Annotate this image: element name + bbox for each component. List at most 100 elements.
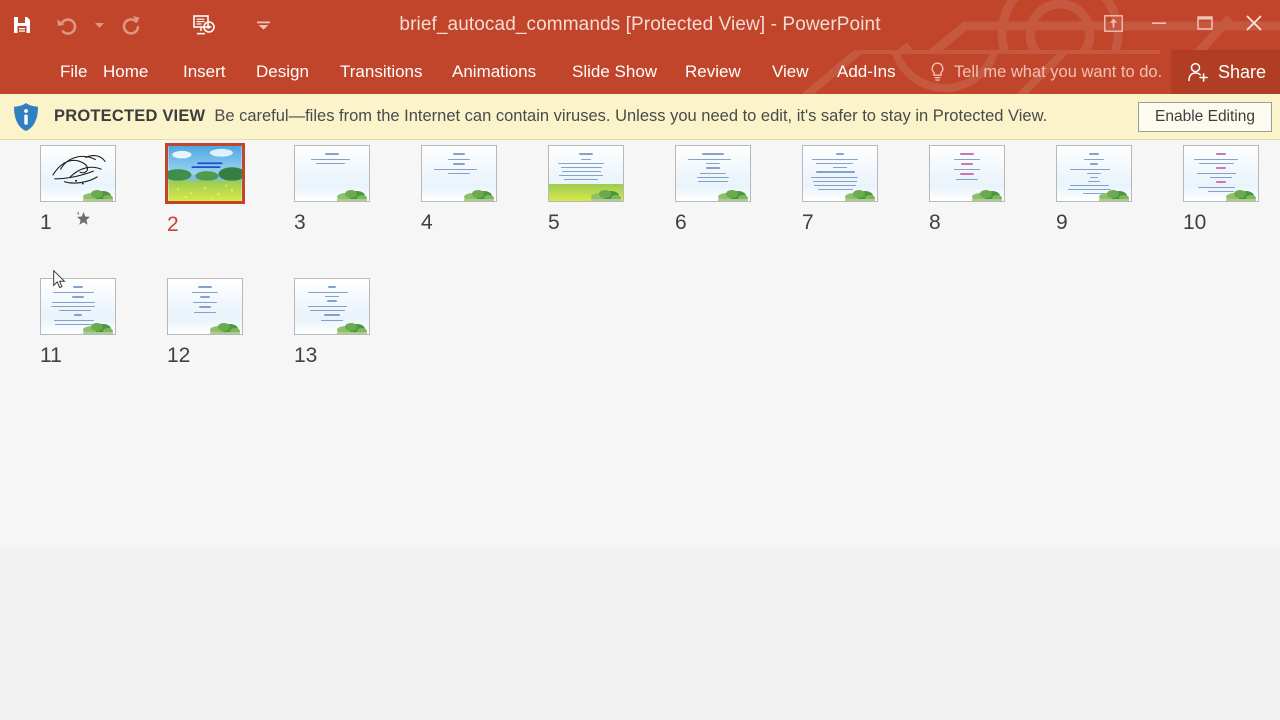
foliage-graphic [464,190,494,201]
protected-view-label: PROTECTED VIEW [54,107,206,125]
share-label: Share [1217,61,1266,82]
chevron-down-icon [256,21,270,30]
foliage-graphic [591,190,621,201]
foliage-graphic [83,323,113,334]
slide-number: 1 [40,211,52,234]
close-button[interactable] [1228,0,1280,46]
slide-thumbnail-image[interactable] [548,145,624,202]
slide-number: 3 [294,211,306,234]
slide-thumbnail-7[interactable]: 7 [802,145,922,235]
chevron-down-icon [94,22,104,28]
slide-number: 10 [1183,211,1207,234]
close-icon [1246,15,1262,31]
slide-number: 13 [294,344,318,367]
slide-thumbnail-image[interactable] [165,143,245,204]
slide-thumbnail-image[interactable] [1056,145,1132,202]
foliage-graphic [845,190,875,201]
slide-thumbnail-6[interactable]: 6 [675,145,795,235]
tab-add-ins[interactable]: Add-Ins [837,50,896,94]
slide-thumbnail-8[interactable]: 8 [929,145,1049,235]
slide-thumbnail-image[interactable] [294,278,370,335]
save-button[interactable] [0,5,44,45]
nature-photo-graphic [168,146,242,201]
slide-number: 6 [675,211,687,234]
slide-thumbnail-image[interactable] [40,278,116,335]
quick-access-toolbar [0,0,274,50]
canvas-band [0,545,1280,720]
slide-thumbnail-4[interactable]: 4 [421,145,541,235]
ribbon-tab-bar: File Home Insert Design Transitions Anim… [0,50,1280,94]
slide-number: 5 [548,211,560,234]
window-controls [1090,0,1280,46]
undo-button[interactable] [44,5,88,45]
undo-dropdown-button[interactable] [88,5,110,45]
slide-sorter-canvas[interactable]: 1 2 3 4 5 6 7 8 9 10 11 12 13 [0,140,1280,720]
tell-me-search[interactable]: Tell me what you want to do. [930,50,1162,94]
slide-thumbnail-image[interactable] [294,145,370,202]
slide-thumbnail-5[interactable]: 5 [548,145,668,235]
enable-editing-button[interactable]: Enable Editing [1138,102,1272,132]
animation-star-icon[interactable] [76,211,91,226]
tab-animations[interactable]: Animations [452,50,536,94]
slide-thumbnail-13[interactable]: 13 [294,278,414,368]
mouse-cursor [53,270,66,289]
slide-thumbnail-image[interactable] [929,145,1005,202]
start-from-beginning-button[interactable] [182,5,226,45]
tab-transitions[interactable]: Transitions [340,50,423,94]
slide-thumbnail-10[interactable]: 10 [1183,145,1280,235]
slide-number: 4 [421,211,433,234]
minimize-button[interactable] [1136,0,1182,46]
save-icon [14,17,30,33]
slide-thumbnail-9[interactable]: 9 [1056,145,1176,235]
tab-file[interactable]: File [60,50,87,94]
slide-thumbnail-2[interactable]: 2 [165,143,287,237]
slide-thumbnail-image[interactable] [167,278,243,335]
slide-number: 2 [167,213,179,236]
slide-thumbnail-3[interactable]: 3 [294,145,414,235]
customize-qat-button[interactable] [252,5,274,45]
foliage-graphic [337,323,367,334]
ribbon-display-options-button[interactable] [1090,0,1136,46]
slide-thumbnail-12[interactable]: 12 [167,278,287,368]
slide-thumbnail-1[interactable]: 1 [40,145,160,235]
tab-home[interactable]: Home [103,50,148,94]
foliage-graphic [83,190,113,201]
maximize-icon [1197,16,1213,30]
slide-number: 7 [802,211,814,234]
tab-insert[interactable]: Insert [183,50,226,94]
tab-view[interactable]: View [772,50,809,94]
slide-number: 12 [167,344,191,367]
share-person-icon [1188,62,1208,82]
slide-thumbnail-image[interactable] [421,145,497,202]
protected-view-bar: PROTECTED VIEW Be careful—files from the… [0,94,1280,140]
title-bar: brief_autocad_commands [Protected View] … [0,0,1280,50]
undo-icon [57,18,77,35]
tell-me-placeholder-text: Tell me what you want to do. [954,62,1163,81]
minimize-icon [1152,22,1166,24]
foliage-graphic [1226,190,1256,201]
tab-design[interactable]: Design [256,50,309,94]
protected-view-message: Be careful—files from the Internet can c… [214,107,1048,125]
redo-icon [122,16,140,35]
slide-thumbnail-image[interactable] [1183,145,1259,202]
foliage-graphic [718,190,748,201]
slide-thumbnail-11[interactable]: 11 [40,278,160,368]
slide-number: 8 [929,211,941,234]
redo-button[interactable] [110,5,154,45]
foliage-graphic [1099,190,1129,201]
tab-review[interactable]: Review [685,50,741,94]
foliage-graphic [337,190,367,201]
foliage-graphic [972,190,1002,201]
share-button[interactable]: Share [1170,50,1280,94]
slide-thumbnail-image[interactable] [675,145,751,202]
slide-thumbnail-image[interactable] [802,145,878,202]
presentation-play-icon [193,15,215,35]
foliage-graphic [210,323,240,334]
slide-number: 9 [1056,211,1068,234]
ribbon-display-options-icon [1103,14,1123,32]
maximize-button[interactable] [1182,0,1228,46]
slide-thumbnail-image[interactable] [40,145,116,202]
slide-number: 11 [40,344,62,367]
info-shield-icon [14,102,38,131]
tab-slide-show[interactable]: Slide Show [572,50,657,94]
